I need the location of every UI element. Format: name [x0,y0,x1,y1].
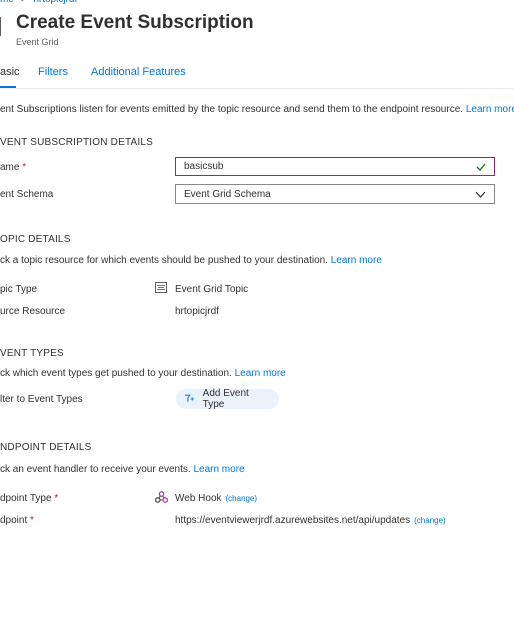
source-resource-label: urce Resource [0,306,66,317]
add-event-type-label: Add Event Type [202,388,249,410]
tab-filters[interactable]: Filters [38,66,68,78]
add-event-type-button[interactable]: Add Event Type [176,388,279,410]
webhook-icon [155,491,168,503]
checkmark-icon [476,163,486,171]
filter-icon [184,394,194,402]
breadcrumb-separator: > [21,0,27,5]
event-schema-value: Event Grid Schema [184,188,271,200]
endpoint-label: dpoint * [0,515,34,526]
intro-text: ent Subscriptions listen for events emit… [0,104,514,115]
breadcrumb: me > hrtopicjrdf [0,0,77,5]
event-types-description: ck which event types get pushed to your … [0,368,286,379]
endpoint-type-value: Web Hook (change) [175,493,257,504]
required-marker: * [22,162,27,173]
topic-learn-more-link[interactable]: Learn more [331,255,382,266]
topic-type-label: pic Type [0,284,38,295]
section-heading-subscription-details: VENT SUBSCRIPTION DETAILS [0,137,153,148]
endpoint-url: https://eventviewerjrdf.azurewebsites.ne… [175,515,411,526]
intro-description: ent Subscriptions listen for events emit… [0,104,464,115]
event-schema-label: ent Schema [0,189,54,200]
section-heading-topic-details: OPIC DETAILS [0,234,71,245]
breadcrumb-item-topic[interactable]: hrtopicjrdf [33,0,77,5]
event-subscription-icon [0,17,1,36]
event-schema-select[interactable]: Event Grid Schema [175,184,495,204]
endpoint-description: ck an event handler to receive your even… [0,464,245,475]
topic-description: ck a topic resource for which events sho… [0,255,382,266]
name-label-text: ame [0,162,20,173]
filter-event-types-label: lter to Event Types [0,394,83,405]
change-endpoint-link[interactable]: (change) [414,516,446,525]
endpoint-label-text: dpoint [0,515,28,526]
endpoint-type-value-text: Web Hook [175,493,222,504]
endpoint-description-text: ck an event handler to receive your even… [0,464,191,475]
section-heading-endpoint-details: NDPOINT DETAILS [0,442,92,453]
event-grid-topic-icon [155,282,167,293]
tab-basic[interactable]: asic [0,66,20,78]
endpoint-type-label: dpoint Type * [0,493,58,504]
topic-description-text: ck a topic resource for which events sho… [0,255,328,266]
event-types-learn-more-link[interactable]: Learn more [235,368,286,379]
endpoint-type-label-text: dpoint Type [0,493,52,504]
tabs-divider [0,88,514,89]
intro-learn-more-link[interactable]: Learn more [466,104,514,115]
name-label: ame * [0,162,26,173]
source-resource-value: hrtopicjrdf [175,306,219,317]
name-field[interactable]: basicsub [175,157,495,176]
name-field-value: basicsub [184,161,224,172]
page-title: Create Event Subscription [16,12,254,33]
required-marker: * [54,493,59,504]
endpoint-value: https://eventviewerjrdf.azurewebsites.ne… [175,515,446,526]
section-heading-event-types: VENT TYPES [0,348,64,359]
breadcrumb-item-home[interactable]: me [0,0,14,5]
endpoint-learn-more-link[interactable]: Learn more [193,464,244,475]
page-subtitle: Event Grid [16,37,59,47]
event-types-description-text: ck which event types get pushed to your … [0,368,232,379]
topic-type-value: Event Grid Topic [175,284,249,295]
change-endpoint-type-link[interactable]: (change) [226,494,258,503]
required-marker: * [30,515,34,526]
tab-additional-features[interactable]: Additional Features [91,66,186,78]
chevron-down-icon [475,191,486,198]
